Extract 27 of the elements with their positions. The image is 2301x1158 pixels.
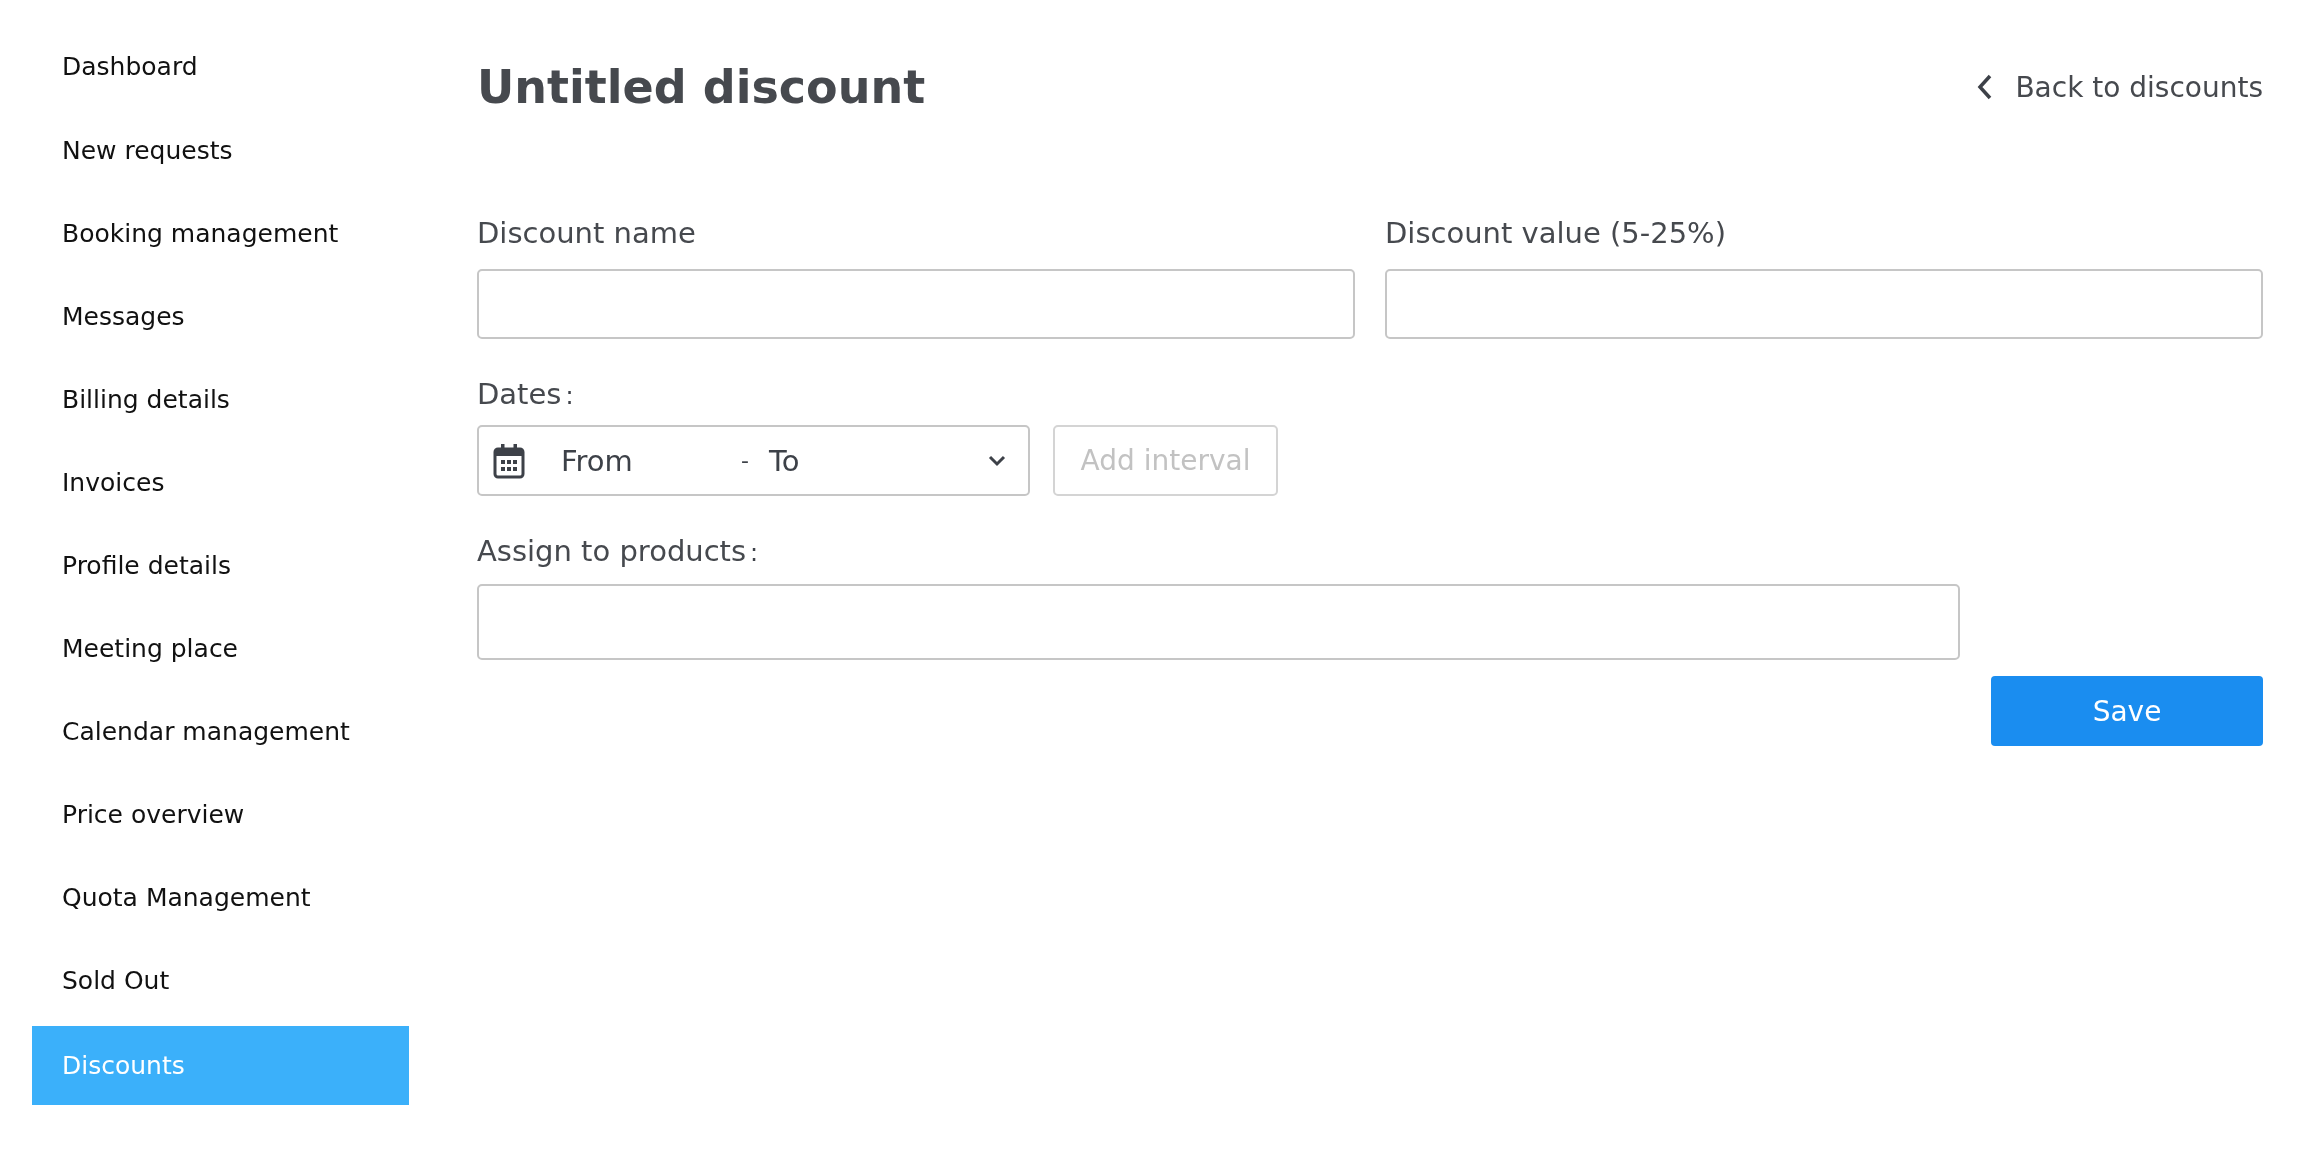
sidebar-item[interactable]: Quota Management bbox=[32, 856, 409, 939]
page-title: Untitled discount bbox=[477, 60, 926, 114]
colon: : bbox=[565, 382, 574, 410]
sidebar-item[interactable]: Messages bbox=[32, 275, 409, 358]
sidebar-item[interactable]: Booking management bbox=[32, 192, 409, 275]
discount-value-field[interactable] bbox=[1385, 269, 2263, 339]
sidebar-item[interactable]: Meeting place bbox=[32, 607, 409, 690]
calendar-icon bbox=[493, 442, 525, 479]
sidebar-item[interactable]: New requests bbox=[32, 109, 409, 192]
back-link[interactable]: Back to discounts bbox=[1977, 70, 2263, 104]
field-label: Discount value (5-25%) bbox=[1385, 216, 1727, 250]
discount-name-field[interactable] bbox=[477, 269, 1355, 339]
sidebar-item[interactable]: Calendar management bbox=[32, 690, 409, 773]
sidebar-item[interactable]: Profile details bbox=[32, 524, 409, 607]
sidebar-item[interactable]: Sold Out bbox=[32, 939, 409, 1022]
sidebar-item[interactable]: Price overview bbox=[32, 773, 409, 856]
date-range-field[interactable]: From - To bbox=[477, 425, 1030, 496]
field-label: Discount name bbox=[477, 216, 697, 250]
sidebar-item[interactable]: Dashboard bbox=[32, 26, 409, 109]
field-label: Dates bbox=[477, 377, 562, 411]
colon: : bbox=[750, 539, 759, 567]
field-label: Assign to products bbox=[477, 534, 747, 568]
chevron-down-icon bbox=[988, 454, 1006, 467]
chevron-left-icon bbox=[1977, 74, 1994, 100]
sidebar-item[interactable]: Invoices bbox=[32, 441, 409, 524]
sidebar-item[interactable]: Billing details bbox=[32, 358, 409, 441]
products-field[interactable] bbox=[477, 584, 1960, 660]
